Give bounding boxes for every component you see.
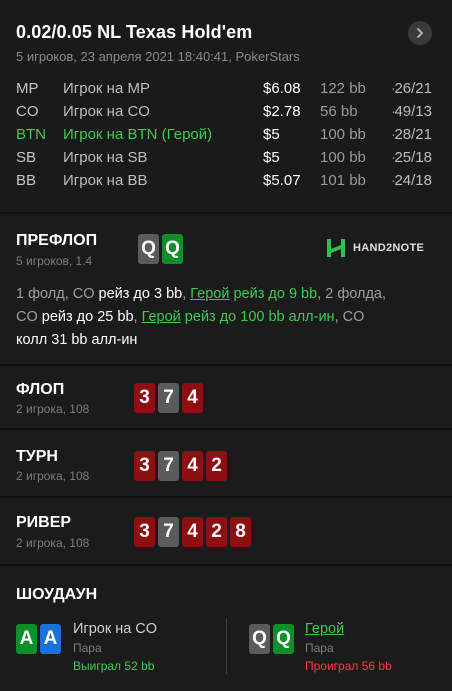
player-position: BTN bbox=[16, 126, 46, 143]
player-position: CO bbox=[16, 103, 39, 120]
hero-showdown-cards: Q Q bbox=[249, 624, 294, 654]
playing-card: 3 bbox=[134, 451, 155, 481]
player-position: BB bbox=[16, 172, 37, 189]
chevron-right-icon bbox=[417, 28, 423, 38]
hand2note-logo-text: HAND2NOTE bbox=[353, 242, 425, 254]
player-stack-bb: 100 bb bbox=[320, 126, 366, 143]
hero-link[interactable]: Герой bbox=[142, 309, 181, 325]
hero-link[interactable]: Герой bbox=[190, 286, 229, 302]
player-name: Игрок на SB bbox=[63, 149, 148, 166]
next-hand-button[interactable] bbox=[408, 21, 432, 45]
player-row-hero[interactable]: BTN Игрок на BTN (Герой) $5 100 bb · 28/… bbox=[16, 124, 436, 147]
playing-card: 4 bbox=[182, 451, 203, 481]
player-stats: 25/18 bbox=[394, 149, 432, 166]
player-stack-bb: 122 bb bbox=[320, 80, 366, 97]
player-stack-bb: 56 bb bbox=[320, 103, 358, 120]
player-stats: 24/18 bbox=[394, 172, 432, 189]
playing-card: 7 bbox=[158, 451, 179, 481]
river-title: РИВЕР bbox=[16, 514, 72, 531]
action-text: , 2 фолда, bbox=[317, 286, 387, 302]
player-name: Игрок на CO bbox=[63, 103, 150, 120]
playing-card: A bbox=[40, 624, 61, 654]
showdown-title: ШОУДАУН bbox=[16, 586, 98, 603]
action-hero-raise: рейз до 9 bb bbox=[229, 286, 318, 302]
preflop-subtitle: 5 игроков, 1.4 bbox=[16, 254, 93, 268]
showdown-hand-rank: Пара bbox=[305, 641, 334, 655]
player-name: Игрок на BTN (Герой) bbox=[63, 126, 213, 143]
playing-card: Q bbox=[162, 234, 183, 264]
turn-title: ТУРН bbox=[16, 448, 58, 465]
hand-subtitle: 5 игроков, 23 апреля 2021 18:40:41, Poke… bbox=[16, 49, 300, 64]
hand2note-logo[interactable]: HAND2NOTE bbox=[325, 237, 424, 259]
board-cards: 3 7 4 bbox=[134, 383, 203, 413]
playing-card: Q bbox=[273, 624, 294, 654]
playing-card: Q bbox=[249, 624, 270, 654]
playing-card: 4 bbox=[182, 517, 203, 547]
playing-card: 3 bbox=[134, 383, 155, 413]
preflop-title: ПРЕФЛОП bbox=[16, 232, 98, 249]
players-table: MP Игрок на MP $6.08 122 bb · 26/21 CO И… bbox=[16, 78, 436, 193]
showdown-hand-rank: Пара bbox=[73, 641, 102, 655]
player-name: Игрок на MP bbox=[63, 80, 150, 97]
player-stack: $5 bbox=[263, 149, 280, 166]
action-call: колл 31 bb алл-ин bbox=[16, 332, 138, 348]
player-row[interactable]: MP Игрок на MP $6.08 122 bb · 26/21 bbox=[16, 78, 436, 101]
player-stats: 26/21 bbox=[394, 80, 432, 97]
villain-hole-cards: A A bbox=[16, 624, 61, 654]
river-subtitle: 2 игрока, 108 bbox=[16, 536, 90, 550]
action-text: , bbox=[133, 309, 142, 325]
player-position: SB bbox=[16, 149, 37, 166]
showdown-player-name[interactable]: Игрок на CO bbox=[73, 621, 157, 637]
action-text: 1 фолд, CO bbox=[16, 286, 99, 302]
player-row[interactable]: BB Игрок на BB $5.07 101 bb · 24/18 bbox=[16, 170, 436, 193]
turn-subtitle: 2 игрока, 108 bbox=[16, 469, 90, 483]
hand2note-logo-icon bbox=[327, 239, 345, 257]
showdown-hero-name[interactable]: Герой bbox=[305, 621, 344, 637]
player-stack: $5 bbox=[263, 126, 280, 143]
player-stack: $2.78 bbox=[263, 103, 301, 120]
action-raise: рейз до 3 bb bbox=[98, 286, 183, 302]
board-cards: 3 7 4 2 bbox=[134, 451, 227, 481]
player-stack: $5.07 bbox=[263, 172, 301, 189]
showdown-result-loss: Проиграл 56 bb bbox=[305, 659, 392, 673]
flop-section bbox=[0, 366, 452, 428]
hand-header: 0.02/0.05 NL Texas Hold'em 5 игроков, 23… bbox=[0, 0, 452, 212]
showdown-divider bbox=[226, 618, 227, 674]
player-stack: $6.08 bbox=[263, 80, 301, 97]
playing-card: 7 bbox=[158, 383, 179, 413]
playing-card: Q bbox=[138, 234, 159, 264]
flop-title: ФЛОП bbox=[16, 381, 65, 398]
playing-card: 8 bbox=[230, 517, 251, 547]
hand-title: 0.02/0.05 NL Texas Hold'em bbox=[16, 22, 253, 42]
player-name: Игрок на BB bbox=[63, 172, 148, 189]
showdown-result-win: Выиграл 52 bb bbox=[73, 659, 155, 673]
player-row[interactable]: CO Игрок на CO $2.78 56 bb · 49/13 bbox=[16, 101, 436, 124]
hero-hole-cards: Q Q bbox=[138, 234, 183, 264]
player-stack-bb: 101 bb bbox=[320, 172, 366, 189]
player-stack-bb: 100 bb bbox=[320, 149, 366, 166]
playing-card: A bbox=[16, 624, 37, 654]
playing-card: 3 bbox=[134, 517, 155, 547]
preflop-actions: 1 фолд, CO рейз до 3 bb, Герой рейз до 9… bbox=[16, 283, 436, 352]
player-stats: 49/13 bbox=[394, 103, 432, 120]
flop-subtitle: 2 игрока, 108 bbox=[16, 402, 90, 416]
action-text: CO bbox=[16, 309, 42, 325]
player-position: MP bbox=[16, 80, 39, 97]
action-text: , CO bbox=[334, 309, 365, 325]
player-stats: 28/21 bbox=[394, 126, 432, 143]
action-hero-allin: рейз до 100 bb алл-ин bbox=[180, 309, 335, 325]
playing-card: 4 bbox=[182, 383, 203, 413]
player-row[interactable]: SB Игрок на SB $5 100 bb · 25/18 bbox=[16, 147, 436, 170]
action-raise: рейз до 25 bb bbox=[41, 309, 134, 325]
playing-card: 7 bbox=[158, 517, 179, 547]
playing-card: 2 bbox=[206, 451, 227, 481]
board-cards: 3 7 4 2 8 bbox=[134, 517, 251, 547]
playing-card: 2 bbox=[206, 517, 227, 547]
